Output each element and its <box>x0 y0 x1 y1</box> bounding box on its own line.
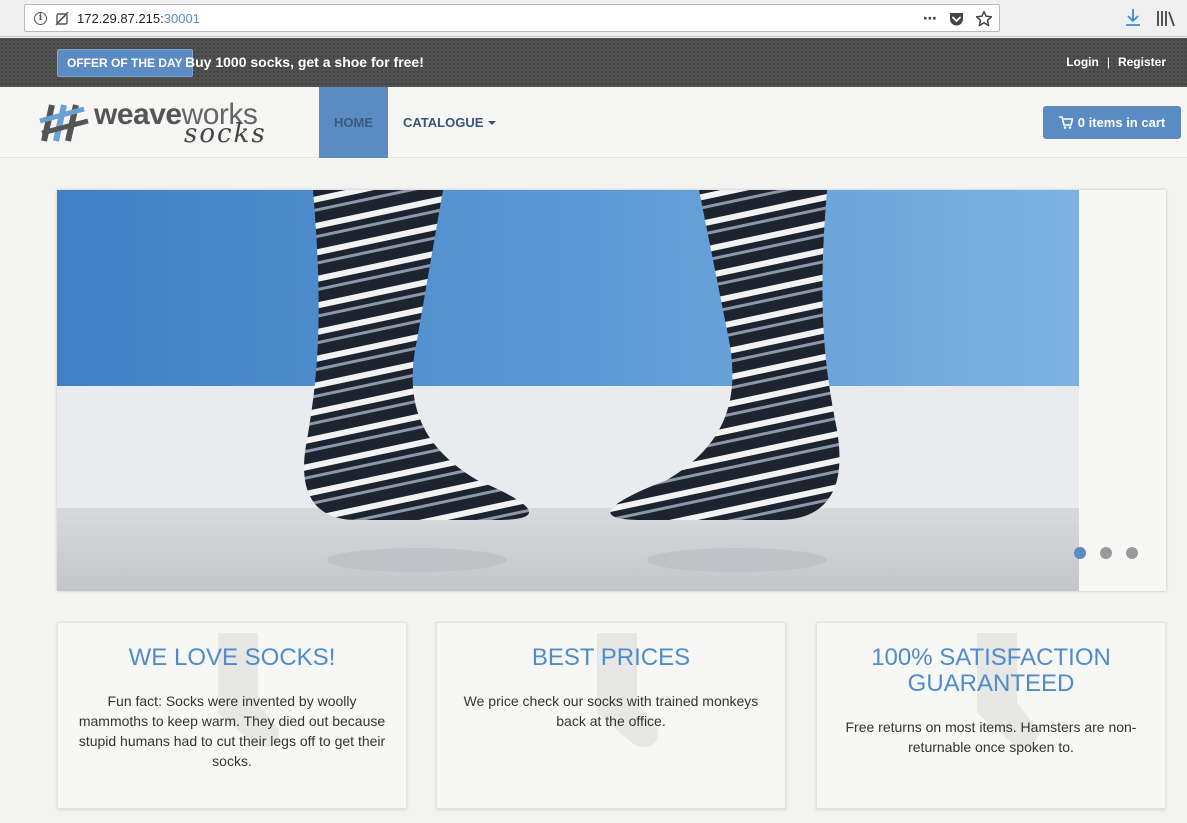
feature-text: Free returns on most items. Hamsters are… <box>845 719 1137 755</box>
nav-catalogue-dropdown[interactable]: CATALOGUE <box>403 87 497 158</box>
hero-carousel[interactable] <box>57 190 1166 591</box>
download-icon[interactable] <box>1124 8 1142 28</box>
feature-text: Fun fact: Socks were invented by woolly … <box>78 693 386 769</box>
feature-box-satisfaction: 100% SATISFACTION GUARANTEED Free return… <box>816 622 1166 809</box>
feature-title: WE LOVE SOCKS! <box>128 644 336 671</box>
weaveworks-logo-mark <box>39 104 89 142</box>
hero-image-striped-socks <box>57 190 1079 591</box>
cart-button[interactable]: 0 items in cart <box>1043 106 1181 139</box>
pocket-icon[interactable] <box>948 11 965 28</box>
feature-box-love-socks: WE LOVE SOCKS! Fun fact: Socks were inve… <box>57 622 407 809</box>
library-icon[interactable] <box>1156 10 1176 27</box>
carousel-dot-3[interactable] <box>1126 547 1138 559</box>
login-link[interactable]: Login <box>1066 55 1099 69</box>
carousel-dot-1[interactable] <box>1074 547 1086 559</box>
register-link[interactable]: Register <box>1118 55 1166 69</box>
feature-title: BEST PRICES <box>531 644 691 671</box>
carousel-indicators <box>1074 547 1138 559</box>
feature-text: We price check our socks with trained mo… <box>463 693 759 729</box>
carousel-dot-2[interactable] <box>1100 547 1112 559</box>
tracking-protection-icon[interactable] <box>55 11 69 26</box>
weaveworks-socks-logo[interactable]: weaveworks socks <box>38 95 288 151</box>
url-text: 172.29.87.215:30001 <box>77 11 200 26</box>
logo-socks-text: socks <box>184 119 267 149</box>
account-links: Login | Register <box>1066 54 1166 70</box>
browser-toolbar: i 172.29.87.215:30001 ⋯ <box>0 0 1187 37</box>
page-actions-icon[interactable]: ⋯ <box>923 12 938 26</box>
offer-of-the-day-button[interactable]: OFFER OF THE DAY <box>57 49 193 77</box>
top-bar: OFFER OF THE DAY Buy 1000 socks, get a s… <box>0 38 1187 87</box>
address-bar[interactable]: i 172.29.87.215:30001 ⋯ <box>24 4 1000 32</box>
link-separator: | <box>1106 55 1110 69</box>
nav-home[interactable]: HOME <box>319 87 388 158</box>
shopping-cart-icon <box>1058 116 1073 129</box>
bookmark-star-icon[interactable] <box>975 10 993 28</box>
caret-down-icon <box>488 121 497 125</box>
site-info-icon[interactable]: i <box>34 12 47 25</box>
offer-text: Buy 1000 socks, get a shoe for free! <box>185 54 424 70</box>
main-navbar: weaveworks socks HOME CATALOGUE 0 items … <box>0 87 1187 158</box>
feature-title: 100% SATISFACTION GUARANTEED <box>871 644 1111 697</box>
feature-box-best-prices: BEST PRICES We price check our socks wit… <box>436 622 786 809</box>
